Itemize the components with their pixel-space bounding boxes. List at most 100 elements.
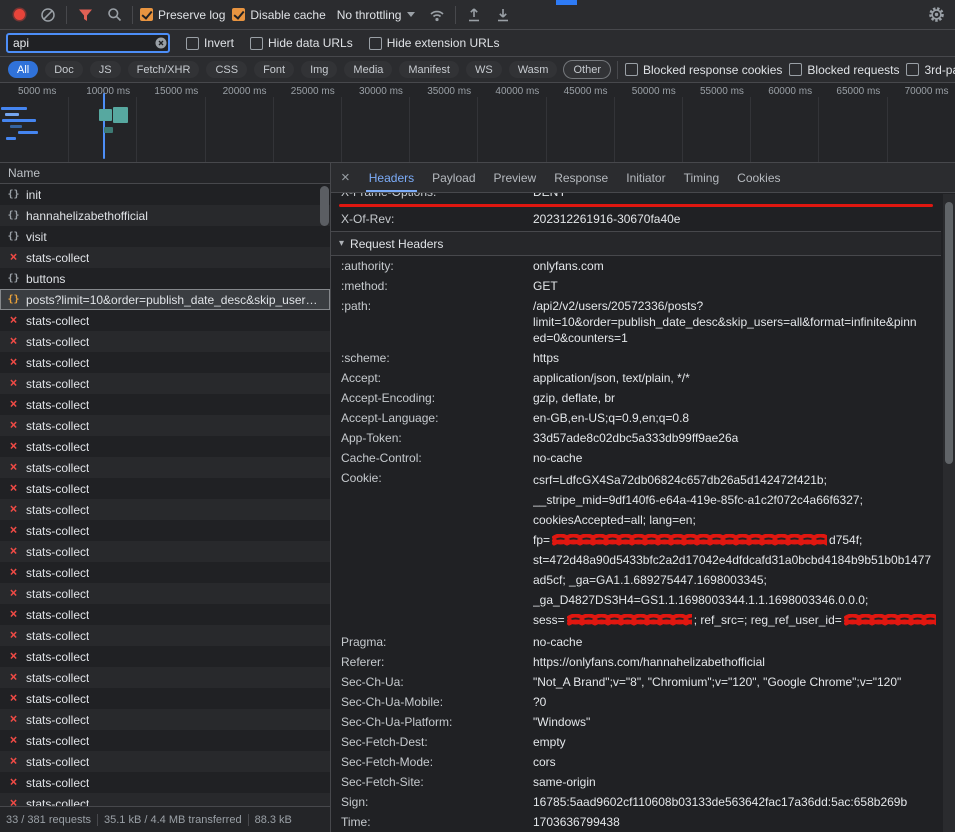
request-row[interactable]: × stats-collect (0, 625, 330, 646)
details-tab[interactable]: Preview (485, 163, 546, 192)
request-row[interactable]: × stats-collect (0, 373, 330, 394)
request-row[interactable]: × stats-collect (0, 751, 330, 772)
name-column-header[interactable]: Name (0, 163, 330, 184)
request-row[interactable]: × stats-collect (0, 310, 330, 331)
header-row: Cache-Control: no-cache (331, 448, 941, 468)
filter-checkbox[interactable]: Blocked response cookies (625, 63, 782, 77)
hide-extension-urls-checkbox[interactable]: Hide extension URLs (369, 36, 500, 50)
request-row[interactable]: × stats-collect (0, 772, 330, 793)
request-headers-section-toggle[interactable]: ▾ Request Headers (331, 231, 941, 256)
checkbox-icon (789, 63, 802, 76)
details-tab[interactable]: Initiator (617, 163, 674, 192)
request-row[interactable]: × stats-collect (0, 478, 330, 499)
preserve-log-checkbox[interactable]: Preserve log (140, 8, 225, 22)
blocked-icon: × (6, 691, 21, 706)
request-row[interactable]: × stats-collect (0, 436, 330, 457)
request-name: stats-collect (26, 755, 89, 769)
blocked-icon: × (6, 313, 21, 328)
clear-button[interactable] (37, 4, 59, 26)
invert-checkbox[interactable]: Invert (186, 36, 234, 50)
request-row[interactable]: × stats-collect (0, 562, 330, 583)
checkbox-icon (186, 37, 199, 50)
request-row[interactable]: × stats-collect (0, 520, 330, 541)
details-tab[interactable]: Response (545, 163, 617, 192)
request-row[interactable]: × stats-collect (0, 394, 330, 415)
type-filter-chip[interactable]: WS (466, 61, 502, 78)
type-filter-chip[interactable]: All (8, 61, 38, 78)
redaction-scribble (844, 614, 936, 627)
request-row[interactable]: {} buttons (0, 268, 330, 289)
timeline-tick-label: 50000 ms (632, 86, 676, 97)
request-row[interactable]: × stats-collect (0, 604, 330, 625)
details-tab[interactable]: Payload (423, 163, 484, 192)
request-name: stats-collect (26, 482, 89, 496)
filter-toggle-button[interactable] (74, 4, 96, 26)
request-row[interactable]: × stats-collect (0, 247, 330, 268)
export-har-button[interactable] (492, 4, 514, 26)
filter-input-wrap (6, 33, 170, 53)
import-har-button[interactable] (463, 4, 485, 26)
request-name: stats-collect (26, 356, 89, 370)
waterfall-activity-bar (18, 131, 38, 134)
record-button[interactable] (8, 4, 30, 26)
record-icon (14, 9, 25, 20)
filter-checkbox[interactable]: 3rd-party requests (906, 63, 955, 77)
request-row[interactable]: × stats-collect (0, 583, 330, 604)
type-filter-chip[interactable]: CSS (206, 61, 247, 78)
request-name: stats-collect (26, 650, 89, 664)
request-row[interactable]: × stats-collect (0, 688, 330, 709)
blocked-icon: × (6, 355, 21, 370)
settings-gear-button[interactable] (925, 4, 947, 26)
details-tab[interactable]: Timing (675, 163, 729, 192)
type-filter-chip[interactable]: Media (344, 61, 392, 78)
blocked-icon: × (6, 523, 21, 538)
request-row[interactable]: {} init (0, 184, 330, 205)
details-tab[interactable]: Cookies (728, 163, 789, 192)
filter-checkbox[interactable]: Blocked requests (789, 63, 899, 77)
header-row: Sec-Ch-Ua-Mobile: ?0 (331, 692, 941, 712)
hide-data-urls-checkbox[interactable]: Hide data URLs (250, 36, 353, 50)
type-filter-chip[interactable]: JS (90, 61, 121, 78)
request-row[interactable]: × stats-collect (0, 457, 330, 478)
network-conditions-button[interactable] (426, 4, 448, 26)
request-row[interactable]: {} hannahelizabethofficial (0, 205, 330, 226)
timeline-overview[interactable]: 5000 ms10000 ms15000 ms20000 ms25000 ms3… (0, 83, 955, 163)
clear-filter-icon[interactable] (155, 37, 167, 49)
request-row[interactable]: × stats-collect (0, 646, 330, 667)
requests-count: 33 / 381 requests (0, 814, 97, 826)
blocked-icon: × (6, 670, 21, 685)
type-filter-chip[interactable]: Img (301, 61, 337, 78)
blocked-icon: × (6, 502, 21, 517)
search-button[interactable] (103, 4, 125, 26)
details-scrollbar-thumb[interactable] (945, 202, 953, 464)
request-row[interactable]: × stats-collect (0, 793, 330, 806)
request-row[interactable]: × stats-collect (0, 331, 330, 352)
type-filter-chip[interactable]: Other (564, 61, 610, 78)
header-row: :path: /api2/v2/users/20572336/posts? li… (331, 296, 941, 348)
details-tab[interactable]: Headers (360, 163, 423, 192)
request-row[interactable]: {} posts?limit=10&order=publish_date_des… (0, 289, 330, 310)
request-row[interactable]: × stats-collect (0, 499, 330, 520)
blocked-icon: × (6, 334, 21, 349)
request-row[interactable]: × stats-collect (0, 541, 330, 562)
type-filter-chip[interactable]: Fetch/XHR (128, 61, 200, 78)
throttling-select[interactable]: No throttling (333, 8, 420, 22)
header-row: Sec-Fetch-Dest: empty (331, 732, 941, 752)
request-row[interactable]: × stats-collect (0, 415, 330, 436)
request-row[interactable]: × stats-collect (0, 709, 330, 730)
request-row[interactable]: × stats-collect (0, 352, 330, 373)
close-details-icon[interactable]: × (331, 169, 360, 186)
request-row[interactable]: × stats-collect (0, 667, 330, 688)
request-row[interactable]: × stats-collect (0, 730, 330, 751)
type-filter-chip[interactable]: Font (254, 61, 294, 78)
type-filter-chip[interactable]: Wasm (509, 61, 558, 78)
type-filter-chip[interactable]: Manifest (399, 61, 459, 78)
disable-cache-checkbox[interactable]: Disable cache (232, 8, 325, 22)
network-filter-input[interactable] (6, 33, 170, 53)
details-scrollbar[interactable] (943, 194, 955, 832)
type-filter-chip[interactable]: Doc (45, 61, 83, 78)
request-row[interactable]: {} visit (0, 226, 330, 247)
request-name: init (26, 188, 41, 202)
blocked-icon: × (6, 733, 21, 748)
request-list-scrollbar-thumb[interactable] (320, 186, 329, 226)
